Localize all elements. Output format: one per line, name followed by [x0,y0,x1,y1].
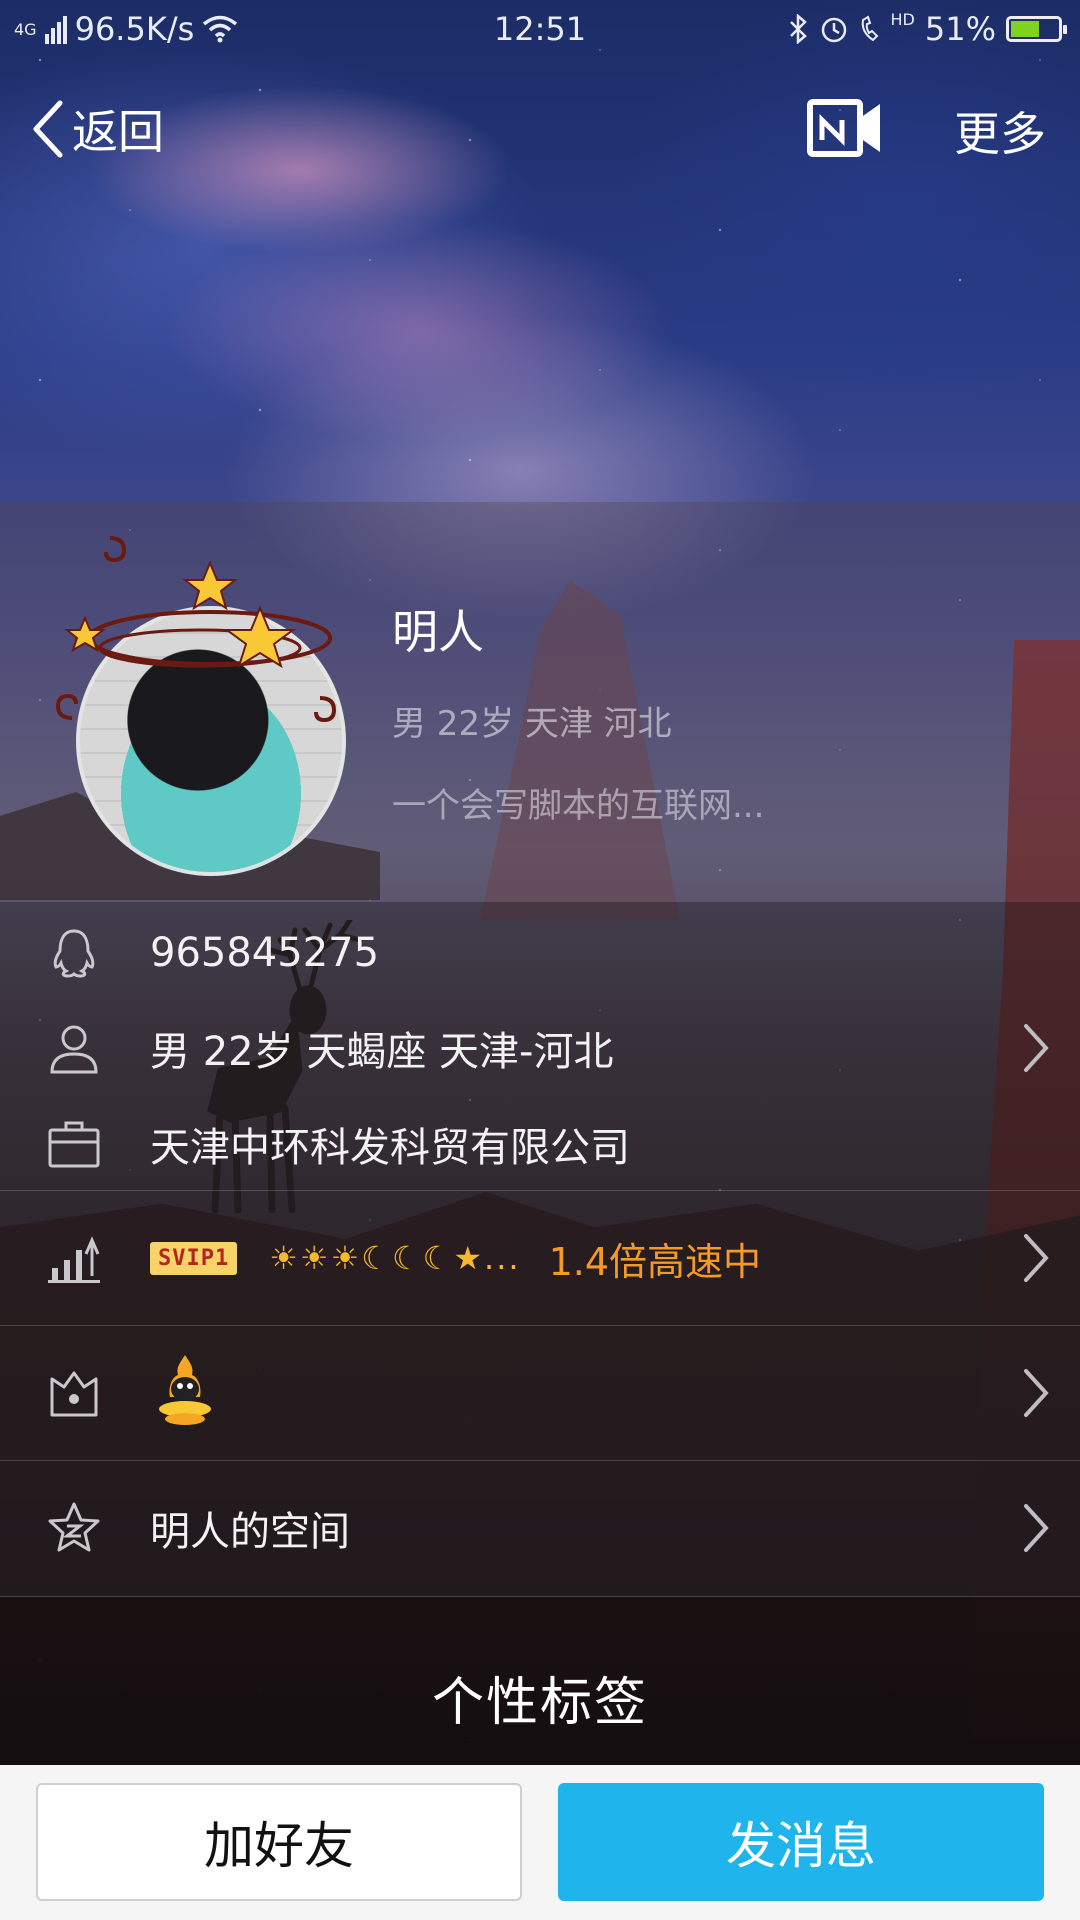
svip-badge: SVIP1 [150,1241,238,1275]
alarm-icon [821,17,846,43]
nickname: 明人 [392,605,484,659]
pet-badge-icon [159,1355,211,1425]
bluetooth-icon [789,14,807,44]
crown-box-icon [50,1371,98,1417]
penguin-icon [53,929,95,978]
tags-section-title: 个性标签 [431,1673,648,1733]
profile-meta: 男 22岁 天津 河北 [392,704,672,744]
add-friend-button[interactable]: 加好友 [36,1783,522,1901]
status-right: HD 51% [787,10,1067,48]
level-content: SVIP1 ☀☀☀☾☾☾★... 1.4倍高速中 [150,1231,761,1286]
bottom-action-bar: 加好友 发消息 [0,1765,1080,1920]
chevron-right-icon [1024,1504,1049,1552]
divider [0,1190,1080,1191]
status-bar: 4G 96.5K/s 12:51 HD 51% [0,0,1080,56]
personal-info-row[interactable]: 男 22岁 天蝎座 天津-河北 [0,1020,1080,1076]
qzone-label: 明人的空间 [150,1509,350,1555]
hd-call-icon [861,15,878,42]
qq-number-row: 965845275 [0,925,1080,981]
hd-label: HD [890,10,915,29]
company-name: 天津中环科发科贸有限公司 [150,1125,630,1171]
divider [0,1460,1080,1461]
badge-row[interactable] [0,1355,1080,1425]
qzone-row[interactable]: 明人的空间 [0,1500,1080,1556]
level-row[interactable]: SVIP1 ☀☀☀☾☾☾★... 1.4倍高速中 [0,1230,1080,1286]
divider [0,1325,1080,1326]
back-label: 返回 [72,105,164,159]
top-navigation: 返回 更多 [0,80,1080,170]
battery-percent: 51% [924,10,996,48]
chevron-right-icon [1024,1024,1049,1072]
level-icons: ☀☀☀☾☾☾★... [269,1239,521,1277]
company-row: 天津中环科发科贸有限公司 [0,1116,1080,1172]
person-icon [50,1025,98,1074]
qzone-star-icon [48,1502,100,1552]
speed-status: 1.4倍高速中 [548,1239,761,1284]
more-button[interactable]: 更多 [954,98,1046,164]
level-chart-icon [48,1236,100,1283]
avatar-container[interactable] [50,528,370,878]
back-button[interactable]: 返回 [28,96,164,162]
battery-icon [1006,16,1067,42]
personal-info: 男 22岁 天蝎座 天津-河北 [150,1029,614,1075]
avatar-pendant-stars [55,536,337,723]
send-message-button[interactable]: 发消息 [558,1783,1044,1901]
chevron-right-icon [1024,1234,1049,1282]
battery-level [1011,21,1039,37]
briefcase-icon [48,1121,100,1168]
chevron-left-icon [33,100,63,158]
qq-number: 965845275 [150,930,380,976]
screen-share-icon[interactable] [806,96,884,162]
profile-signature[interactable]: 一个会写脚本的互联网... [392,778,764,827]
chevron-right-icon [1024,1369,1049,1417]
divider [0,1596,1080,1597]
